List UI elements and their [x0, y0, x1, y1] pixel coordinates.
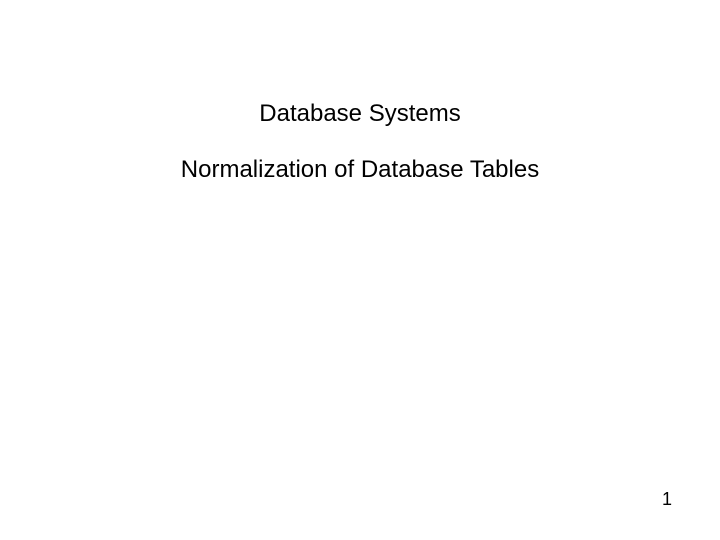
- slide: Database Systems Normalization of Databa…: [0, 0, 720, 540]
- page-number: 1: [662, 489, 672, 510]
- title-block: Database Systems Normalization of Databa…: [0, 100, 720, 184]
- slide-title: Database Systems: [0, 100, 720, 128]
- slide-subtitle: Normalization of Database Tables: [0, 156, 720, 184]
